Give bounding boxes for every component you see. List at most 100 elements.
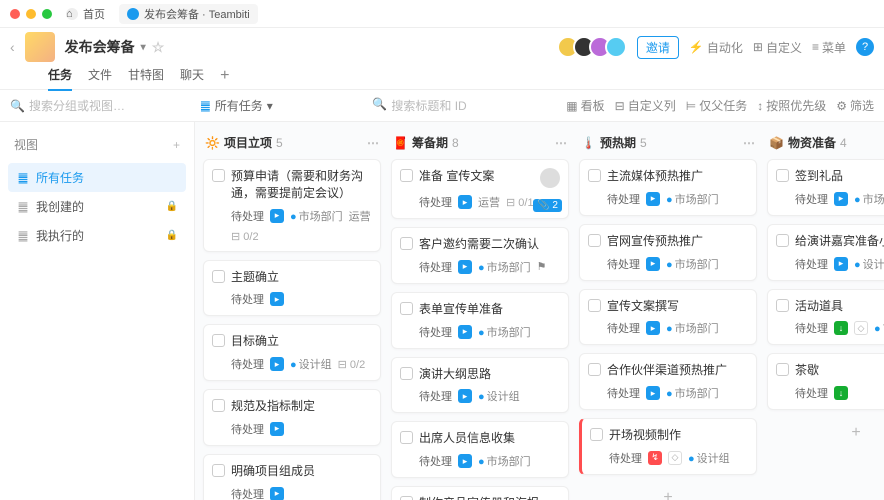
task-card[interactable]: 开场视频制作 待处理↯◇●设计组 <box>579 418 757 475</box>
task-checkbox[interactable] <box>590 428 603 441</box>
customize-link[interactable]: ⊞自定义 <box>753 39 802 56</box>
caret-down-icon[interactable]: ▾ <box>141 42 146 53</box>
minimize-window-icon[interactable] <box>26 9 36 19</box>
task-checkbox[interactable] <box>400 431 413 444</box>
task-checkbox[interactable] <box>212 270 225 283</box>
task-checkbox[interactable] <box>588 363 601 376</box>
task-checkbox[interactable] <box>400 367 413 380</box>
menu-link[interactable]: ≡菜单 <box>812 39 846 56</box>
project-title[interactable]: 发布会筹备 <box>65 37 135 57</box>
columns-icon: ⊟ <box>615 99 625 113</box>
help-icon[interactable]: ? <box>856 38 874 56</box>
status-tag: 待处理 <box>231 291 264 307</box>
assignee-avatar[interactable] <box>540 168 560 188</box>
task-checkbox[interactable] <box>212 334 225 347</box>
project-title-row: 发布会筹备 ▾ ☆ <box>65 37 165 57</box>
task-card[interactable]: 给演讲嘉宾准备小惊喜 待处理▸●设计组 <box>767 224 884 281</box>
add-tab-button[interactable]: + <box>220 67 229 85</box>
task-title: 活动道具 <box>795 298 884 315</box>
task-card[interactable]: 官网宣传预热推广 待处理▸●市场部门 <box>579 224 757 281</box>
priority-badge: ▸ <box>458 195 472 209</box>
task-checkbox[interactable] <box>588 169 601 182</box>
task-title: 演讲大纲思路 <box>419 366 560 383</box>
automation-link[interactable]: ⚡自动化 <box>689 39 743 56</box>
task-card[interactable]: 主流媒体预热推广 待处理▸●市场部门 <box>579 159 757 216</box>
column-more-icon[interactable]: ⋯ <box>555 136 567 150</box>
column-header: 🧧 筹备期 8 ⋯ <box>391 130 569 159</box>
task-card[interactable]: 活动道具 待处理↓◇●市场部门 <box>767 289 884 346</box>
task-card[interactable]: 规范及指标制定 待处理▸ <box>203 389 381 446</box>
task-checkbox[interactable] <box>776 234 789 247</box>
status-tag: 待处理 <box>419 388 452 404</box>
task-card[interactable]: 演讲大纲思路 待处理▸●设计组 <box>391 357 569 414</box>
sidebar-item-2[interactable]: ䷀我执行的🔒 <box>8 221 186 250</box>
task-checkbox[interactable] <box>776 299 789 312</box>
project-avatar[interactable] <box>25 32 55 62</box>
task-search[interactable]: 🔍 搜索标题和 ID <box>372 97 466 114</box>
task-card[interactable]: 制作产品宣传册和海报 待处理▸●设计组⊟ 0/4 <box>391 486 569 500</box>
task-meta: 待处理▸●市场部门 <box>588 320 748 336</box>
task-card[interactable]: 签到礼品 待处理▸●市场部门 <box>767 159 884 216</box>
task-card[interactable]: 目标确立 待处理▸●设计组⊟ 0/2 <box>203 324 381 381</box>
custom-columns-link[interactable]: ⊟自定义列 <box>615 97 676 114</box>
lightning-icon: ⚡ <box>689 40 704 54</box>
task-card[interactable]: 茶歇 待处理↓ <box>767 353 884 410</box>
project-tabs: 任务文件甘特图聊天 + <box>0 62 884 90</box>
add-view-icon[interactable]: + <box>173 138 180 152</box>
task-checkbox[interactable] <box>400 169 413 182</box>
project-tab-2[interactable]: 甘特图 <box>128 60 164 91</box>
sidebar-item-1[interactable]: ䷀我创建的🔒 <box>8 192 186 221</box>
column-more-icon[interactable]: ⋯ <box>743 136 755 150</box>
search-icon: 🔍 <box>372 97 387 114</box>
task-title: 合作伙伴渠道预热推广 <box>607 362 748 379</box>
customize-icon: ⊞ <box>753 40 763 54</box>
invite-button[interactable]: 邀请 <box>637 36 679 59</box>
extra-tag: 运营 <box>478 194 500 210</box>
parent-only-link[interactable]: ⊨仅父任务 <box>686 97 747 114</box>
task-card[interactable]: 宣传文案撰写 待处理▸●市场部门 <box>579 289 757 346</box>
task-card[interactable]: 客户邀约需要二次确认 待处理▸●市场部门⚑ <box>391 227 569 284</box>
view-search[interactable]: 🔍 搜索分组或视图… <box>10 97 190 114</box>
add-card-button[interactable]: + <box>767 418 884 448</box>
task-checkbox[interactable] <box>588 299 601 312</box>
task-checkbox[interactable] <box>400 237 413 250</box>
add-card-button[interactable]: + <box>579 483 757 500</box>
task-checkbox[interactable] <box>776 363 789 376</box>
task-card[interactable]: 出席人员信息收集 待处理▸●市场部门 <box>391 421 569 478</box>
task-meta: 待处理▸●设计组⊟ 0/2 <box>212 356 372 372</box>
subtask-count: ⊟ 0/2 <box>338 358 366 371</box>
sidebar-item-0[interactable]: ䷀所有任务 <box>8 163 186 192</box>
nav-back-icon[interactable]: ‹ <box>10 39 15 55</box>
project-tab-3[interactable]: 聊天 <box>180 60 204 91</box>
task-card[interactable]: 明确项目组成员 待处理▸ <box>203 454 381 500</box>
attachment-badge[interactable]: 📎 2 <box>533 199 562 212</box>
task-checkbox[interactable] <box>212 169 225 182</box>
member-avatars[interactable] <box>563 36 627 58</box>
browser-tab-project[interactable]: 发布会筹备 · Teambiti <box>119 4 258 24</box>
task-card[interactable]: 准备 宣传文案 待处理▸运营⊟ 0/1 📎 2 <box>391 159 569 219</box>
task-checkbox[interactable] <box>400 496 413 500</box>
star-icon[interactable]: ☆ <box>152 39 165 56</box>
priority-badge: ▸ <box>270 292 284 306</box>
sidebar-item-label: 我执行的 <box>36 227 84 244</box>
project-tab-1[interactable]: 文件 <box>88 60 112 91</box>
board-view-toggle[interactable]: ▦看板 <box>566 97 604 114</box>
task-card[interactable]: 主题确立 待处理▸ <box>203 260 381 317</box>
task-card[interactable]: 合作伙伴渠道预热推广 待处理▸●市场部门 <box>579 353 757 410</box>
task-checkbox[interactable] <box>776 169 789 182</box>
close-window-icon[interactable] <box>10 9 20 19</box>
column-more-icon[interactable]: ⋯ <box>367 136 379 150</box>
sort-link[interactable]: ↕按照优先级 <box>757 97 826 114</box>
task-checkbox[interactable] <box>212 399 225 412</box>
task-checkbox[interactable] <box>400 302 413 315</box>
filter-link[interactable]: ⚙筛选 <box>836 97 874 114</box>
all-tasks-chip[interactable]: ䷀ 所有任务 ▾ <box>200 97 273 114</box>
task-checkbox[interactable] <box>212 464 225 477</box>
maximize-window-icon[interactable] <box>42 9 52 19</box>
task-checkbox[interactable] <box>588 234 601 247</box>
project-tab-0[interactable]: 任务 <box>48 60 72 91</box>
traffic-lights <box>10 9 52 19</box>
task-card[interactable]: 表单宣传单准备 待处理▸●市场部门 <box>391 292 569 349</box>
browser-tab-home[interactable]: ⌂ 首页 <box>58 4 113 24</box>
task-card[interactable]: 预算申请（需要和财务沟通，需要提前定会议） 待处理▸●市场部门运营⊟ 0/2 <box>203 159 381 252</box>
